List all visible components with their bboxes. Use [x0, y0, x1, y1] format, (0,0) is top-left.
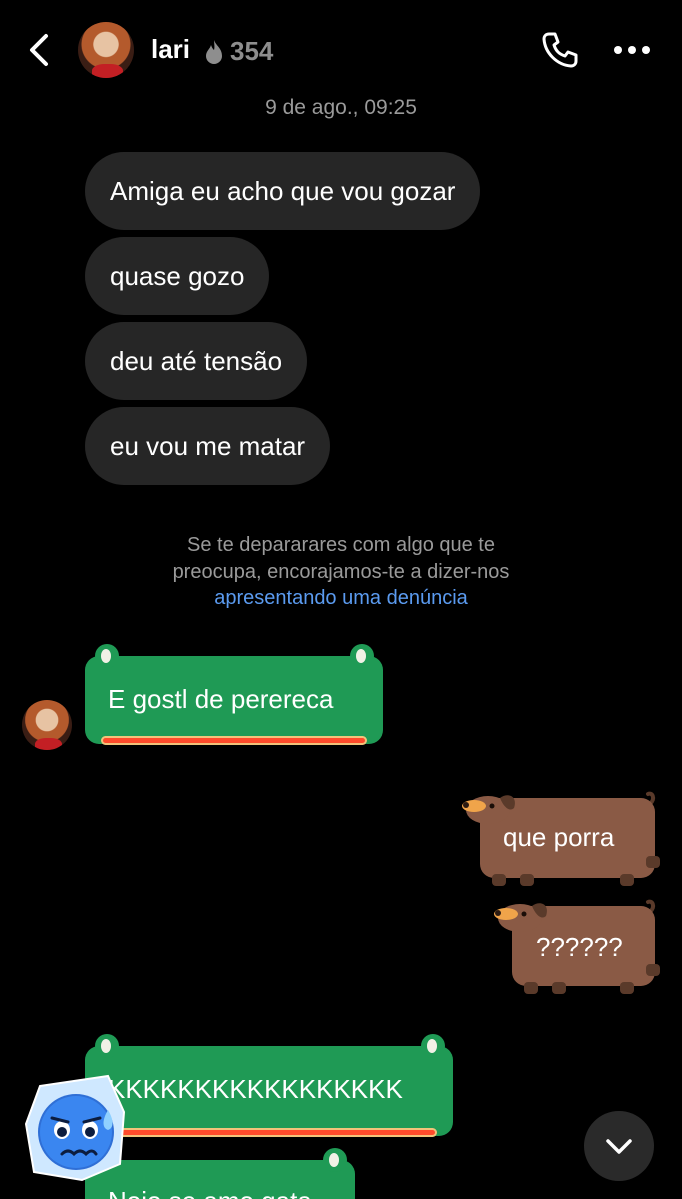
streak-count: 354 [230, 36, 274, 66]
chat-header: lari 354 [0, 0, 682, 100]
message-text: KKKKKKKKKKKKKKKKK [108, 1074, 403, 1104]
frog-eye-right [323, 1148, 347, 1172]
message-text: Nojo se amo gata [108, 1186, 312, 1199]
message-text: que porra [503, 822, 615, 852]
streak-badge: 354 [202, 36, 273, 67]
bubble-underline [113, 1128, 437, 1137]
safety-notice: Se te depararares com algo que te preocu… [100, 532, 582, 612]
chat-screen: lari 354 9 de ago., 09:25 Amiga eu acho … [0, 0, 682, 1199]
frog-eye-left [95, 644, 119, 668]
message-bubble-incoming[interactable]: eu vou me matar [85, 407, 331, 485]
phone-icon[interactable] [540, 30, 580, 70]
frog-eye-right [421, 1034, 445, 1058]
bubble-underline [101, 736, 367, 745]
notice-line-1: Se te depararares com algo que te [187, 534, 495, 556]
themed-message-bubble[interactable]: E gostl de perereca [85, 644, 383, 745]
chevron-down-icon [606, 1139, 632, 1154]
message-text: E gostl de perereca [108, 684, 334, 714]
message-bubble-incoming[interactable]: Amiga eu acho que vou gozar [85, 152, 481, 230]
sweating-face-sticker-icon [24, 1074, 126, 1182]
avatar[interactable] [78, 22, 134, 78]
chevron-left-icon[interactable] [22, 30, 56, 70]
notice-line-2: preocupa, encorajamos-te a dizer-nos [172, 560, 510, 583]
avatar[interactable] [22, 700, 72, 750]
scroll-to-bottom-button[interactable] [584, 1111, 654, 1181]
flame-icon [206, 39, 222, 64]
more-horizontal-icon[interactable] [612, 44, 652, 56]
message-timestamp: 9 de ago., 09:25 [265, 96, 417, 119]
frog-eye-right [350, 644, 374, 668]
message-bubble-incoming[interactable]: deu até tensão [85, 322, 308, 400]
message-bubble-incoming[interactable]: quase gozo [85, 237, 270, 315]
report-link[interactable]: apresentando uma denúncia [100, 585, 582, 612]
themed-message-bubble[interactable]: KKKKKKKKKKKKKKKKK [85, 1034, 453, 1137]
message-text: ?????? [536, 932, 623, 962]
frog-eye-left [95, 1034, 119, 1058]
contact-name[interactable]: lari [151, 34, 190, 65]
